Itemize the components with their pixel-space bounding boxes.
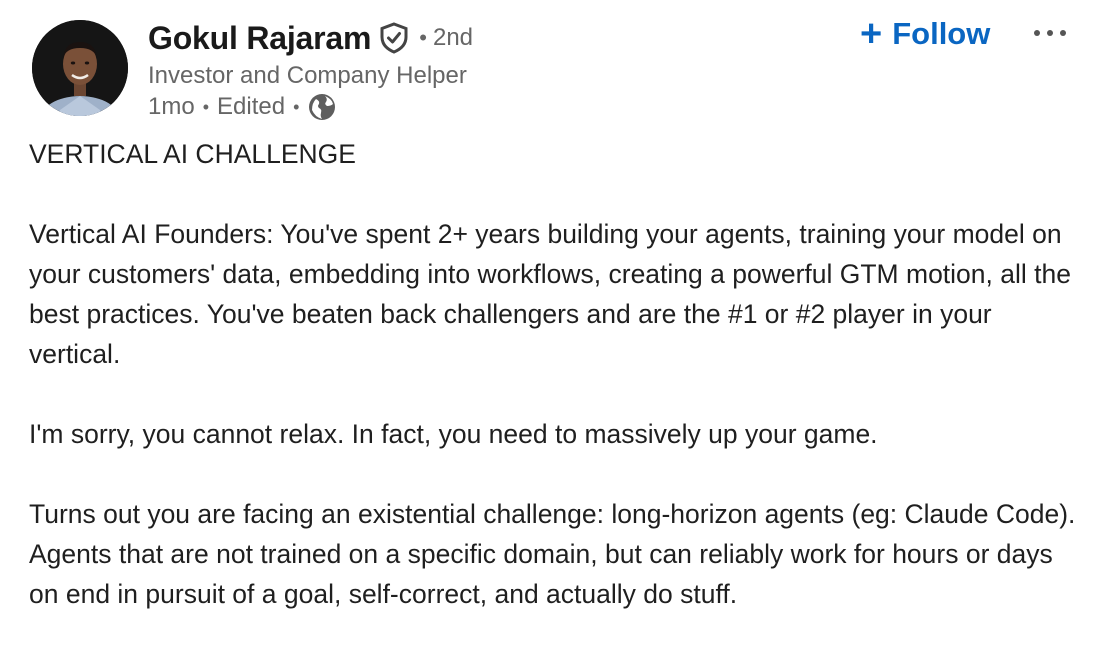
post-paragraph: Turns out you are facing an existential … xyxy=(29,499,1076,609)
follow-label: Follow xyxy=(892,16,991,51)
follow-button[interactable]: + Follow xyxy=(856,12,994,56)
author-headline: Investor and Company Helper xyxy=(148,62,467,89)
post-body: VERTICAL AI CHALLENGE Vertical AI Founde… xyxy=(29,134,1079,654)
globe-icon xyxy=(307,92,337,122)
post-paragraph-title: VERTICAL AI CHALLENGE xyxy=(29,139,356,169)
post-time[interactable]: 1mo xyxy=(148,92,195,122)
post-header: Gokul Rajaram • 2nd Investor and Company… xyxy=(0,0,1098,130)
plus-icon: + xyxy=(860,13,883,55)
edited-label: Edited xyxy=(217,93,286,120)
more-options-button[interactable] xyxy=(1030,18,1070,48)
feed-post: Gokul Rajaram • 2nd Investor and Company… xyxy=(0,0,1098,660)
verified-shield-icon[interactable] xyxy=(379,22,409,54)
avatar-photo xyxy=(32,20,128,116)
connection-degree: 2nd xyxy=(432,24,474,51)
separator-dot: • xyxy=(293,97,300,117)
post-paragraph: Vertical AI Founders: You've spent 2+ ye… xyxy=(29,219,1071,369)
author-name[interactable]: Gokul Rajaram xyxy=(148,20,371,57)
author-block: Gokul Rajaram • 2nd Investor and Company… xyxy=(148,16,473,122)
post-meta: 1mo • Edited • xyxy=(148,92,473,122)
separator-dot: • xyxy=(419,25,427,50)
avatar[interactable] xyxy=(32,20,128,116)
post-paragraph: I'm sorry, you cannot relax. In fact, yo… xyxy=(29,419,878,449)
author-name-row: Gokul Rajaram • 2nd xyxy=(148,16,473,60)
ellipsis-icon xyxy=(1034,30,1066,36)
separator-dot: • xyxy=(202,97,209,117)
